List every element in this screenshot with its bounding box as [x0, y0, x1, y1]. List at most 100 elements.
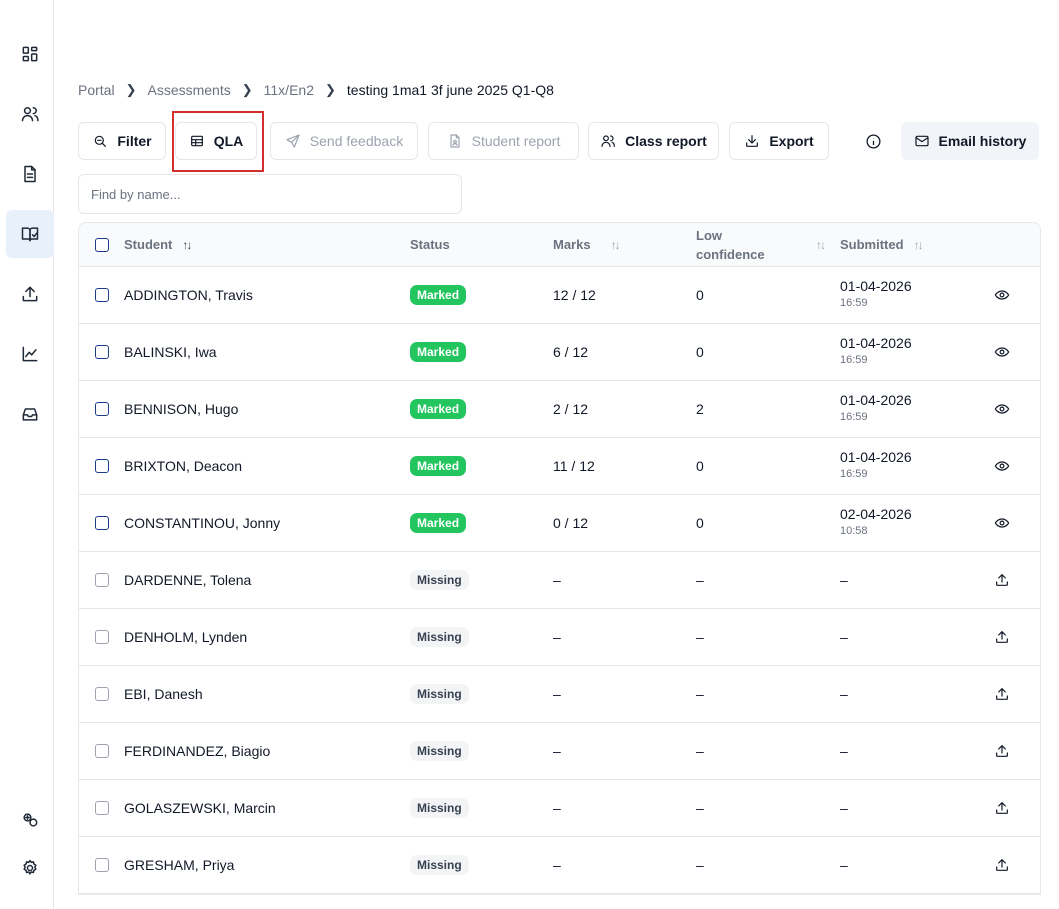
row-select-cell: [95, 438, 109, 494]
marks-cell: 12 / 12: [553, 267, 596, 323]
marks-value: –: [553, 629, 561, 645]
breadcrumb-class[interactable]: 11x/En2: [264, 82, 314, 98]
nav-inbox[interactable]: [6, 390, 54, 438]
submitted-date: –: [840, 799, 848, 816]
row-checkbox[interactable]: [95, 345, 109, 359]
status-cell: Marked: [410, 267, 467, 323]
nav-assessments[interactable]: [6, 210, 54, 258]
status-badge: Missing: [410, 798, 469, 818]
view-submission-button[interactable]: [994, 324, 1010, 380]
nav-analytics[interactable]: [6, 330, 54, 378]
sort-icon[interactable]: ↑↓: [816, 238, 826, 252]
low-confidence-value: –: [696, 686, 704, 702]
row-select-cell: [95, 666, 109, 722]
table-row[interactable]: EBI, Danesh Missing – – –: [79, 666, 1040, 723]
table-row[interactable]: GRESHAM, Priya Missing – – –: [79, 837, 1040, 894]
eye-icon: [994, 404, 1010, 414]
qla-highlight-box: [172, 111, 264, 172]
upload-submission-button[interactable]: [994, 609, 1010, 665]
row-checkbox[interactable]: [95, 402, 109, 416]
student-name: ADDINGTON, Travis: [124, 267, 253, 323]
table-row[interactable]: BALINSKI, Iwa Marked 6 / 12 0 01-04-2026…: [79, 324, 1040, 381]
sort-icon[interactable]: ↑↓: [611, 238, 621, 252]
email-history-button[interactable]: Email history: [901, 122, 1039, 160]
upload-submission-button[interactable]: [994, 552, 1010, 608]
upload-icon: [996, 859, 1008, 871]
student-name-text: GOLASZEWSKI, Marcin: [124, 800, 276, 816]
assessment-book-icon: [21, 227, 39, 242]
dashboard-icon: [22, 46, 38, 62]
nav-upload[interactable]: [6, 270, 54, 318]
submitted-cell: –: [840, 666, 848, 722]
table-row[interactable]: DENHOLM, Lynden Missing – – –: [79, 609, 1040, 666]
submitted-wrap: –: [840, 743, 848, 760]
header-marks[interactable]: Marks ↑↓: [553, 223, 621, 266]
header-submitted[interactable]: Submitted ↑↓: [840, 223, 924, 266]
student-report-button[interactable]: Student report: [428, 122, 579, 160]
submitted-time: 16:59: [840, 468, 868, 480]
nav-documents[interactable]: [6, 150, 54, 198]
export-button[interactable]: Export: [729, 122, 829, 160]
select-all-checkbox[interactable]: [95, 237, 109, 252]
marks-value: 6 / 12: [553, 344, 589, 360]
row-select-cell: [95, 324, 109, 380]
table-row[interactable]: BRIXTON, Deacon Marked 11 / 12 0 01-04-2…: [79, 438, 1040, 495]
student-name-text: BALINSKI, Iwa: [124, 344, 217, 360]
row-checkbox[interactable]: [95, 744, 109, 758]
eye-icon: [994, 518, 1010, 528]
submitted-cell: –: [840, 837, 848, 893]
status-badge: Marked: [410, 456, 467, 476]
marks-value: –: [553, 743, 561, 759]
breadcrumb-portal[interactable]: Portal: [78, 82, 115, 98]
send-feedback-button[interactable]: Send feedback: [270, 122, 418, 160]
nav-integrations[interactable]: [6, 796, 54, 844]
sort-icon[interactable]: ↑↓: [914, 238, 924, 252]
upload-submission-button[interactable]: [994, 666, 1010, 722]
row-checkbox[interactable]: [95, 516, 109, 530]
status-cell: Marked: [410, 381, 467, 437]
low-confidence-value: –: [696, 629, 704, 645]
send-icon: [286, 134, 300, 148]
view-submission-button[interactable]: [994, 267, 1010, 323]
table-row[interactable]: CONSTANTINOU, Jonny Marked 0 / 12 0 02-0…: [79, 495, 1040, 552]
submitted-date: –: [840, 685, 848, 702]
table-row[interactable]: FERDINANDEZ, Biagio Missing – – –: [79, 723, 1040, 780]
upload-submission-button[interactable]: [994, 723, 1010, 779]
marks-cell: 0 / 12: [553, 495, 588, 551]
view-submission-button[interactable]: [994, 381, 1010, 437]
view-submission-button[interactable]: [994, 438, 1010, 494]
nav-settings[interactable]: [6, 844, 54, 892]
student-name: EBI, Danesh: [124, 666, 203, 722]
status-badge: Missing: [410, 627, 469, 647]
view-submission-button[interactable]: [994, 495, 1010, 551]
upload-icon: [996, 688, 1008, 700]
status-badge: Marked: [410, 399, 467, 419]
header-student[interactable]: Student ↑↓: [124, 223, 192, 266]
class-report-button[interactable]: Class report: [588, 122, 719, 160]
row-checkbox[interactable]: [95, 801, 109, 815]
submitted-wrap: –: [840, 857, 848, 874]
row-checkbox[interactable]: [95, 459, 109, 473]
submitted-wrap: –: [840, 800, 848, 817]
nav-users[interactable]: [6, 90, 54, 138]
breadcrumb-assessments[interactable]: Assessments: [147, 82, 230, 98]
info-button[interactable]: [863, 122, 883, 160]
filter-button[interactable]: Filter: [78, 122, 166, 160]
upload-submission-button[interactable]: [994, 780, 1010, 836]
header-low-confidence[interactable]: Low confidence ↑↓: [696, 223, 826, 266]
sort-icon[interactable]: ↑↓: [182, 238, 192, 252]
row-checkbox[interactable]: [95, 288, 109, 302]
status-cell: Marked: [410, 495, 467, 551]
row-checkbox[interactable]: [95, 858, 109, 872]
table-row[interactable]: BENNISON, Hugo Marked 2 / 12 2 01-04-202…: [79, 381, 1040, 438]
upload-submission-button[interactable]: [994, 837, 1010, 893]
table-row[interactable]: ADDINGTON, Travis Marked 12 / 12 0 01-04…: [79, 267, 1040, 324]
search-input[interactable]: [78, 174, 462, 214]
row-checkbox[interactable]: [95, 687, 109, 701]
table-row[interactable]: DARDENNE, Tolena Missing – – –: [79, 552, 1040, 609]
low-confidence-cell: 0: [696, 495, 704, 551]
table-row[interactable]: GOLASZEWSKI, Marcin Missing – – –: [79, 780, 1040, 837]
row-checkbox[interactable]: [95, 573, 109, 587]
row-checkbox[interactable]: [95, 630, 109, 644]
nav-dashboard[interactable]: [6, 30, 54, 78]
